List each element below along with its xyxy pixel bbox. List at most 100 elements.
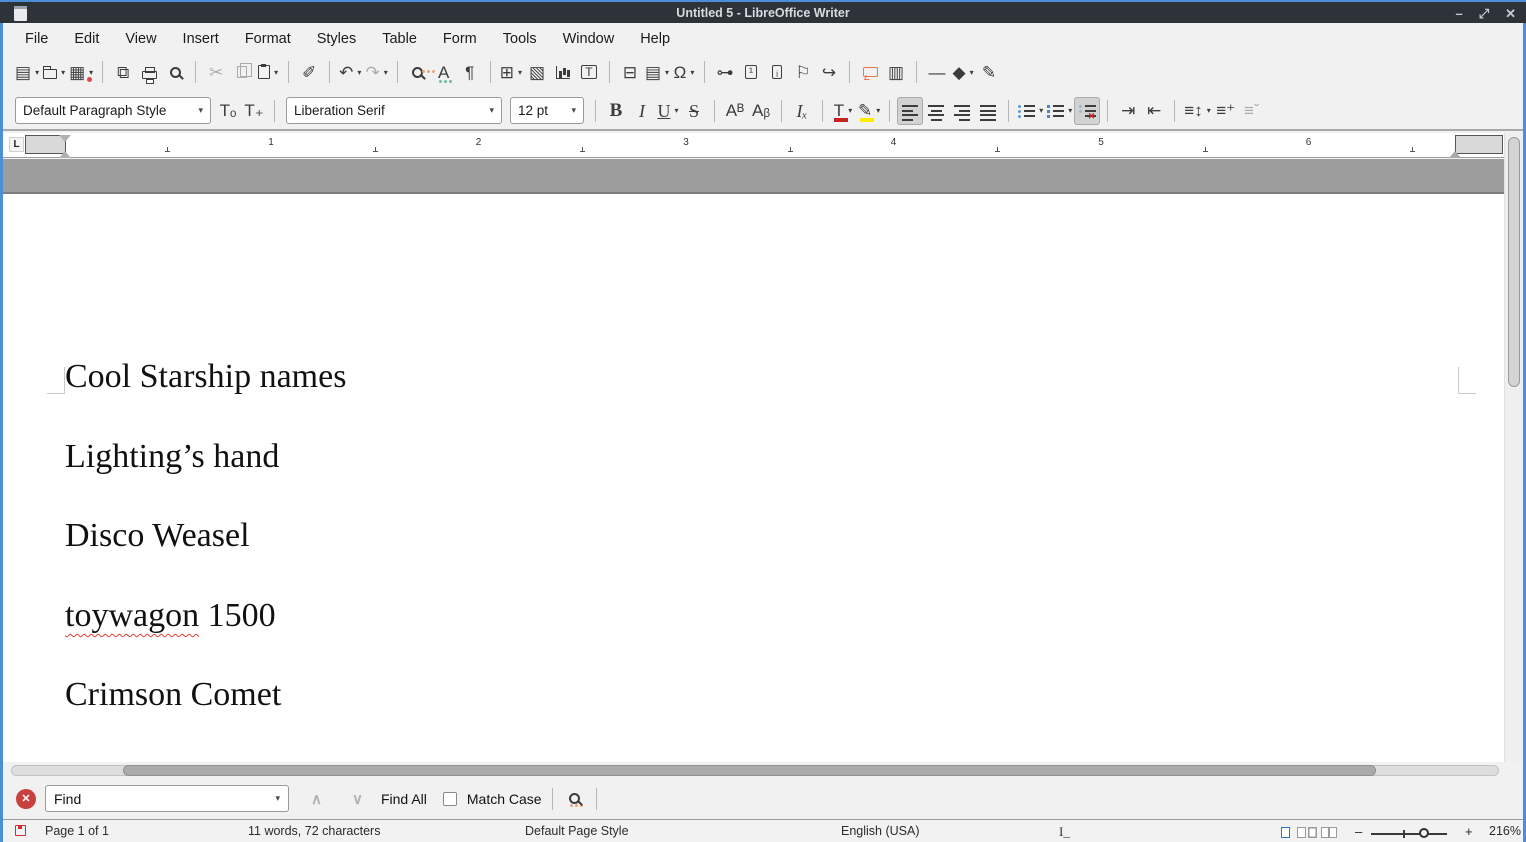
insert-chart-button[interactable] [550, 58, 576, 86]
find-previous-button[interactable]: ∧ [303, 790, 330, 808]
strikethrough-button[interactable]: S [681, 97, 707, 125]
clear-formatting-button[interactable]: Iₓ [789, 97, 815, 125]
find-next-button[interactable]: ∨ [344, 790, 371, 808]
insert-mode-status[interactable]: I_ [1059, 824, 1070, 840]
restore-button[interactable]: ⤢ [1479, 6, 1489, 22]
match-case-label[interactable]: Match Case [467, 791, 542, 807]
paragraph-style-caret-icon[interactable]: ▾ [198, 105, 203, 116]
zoom-slider[interactable] [1371, 833, 1447, 835]
bold-button[interactable]: B [603, 97, 629, 125]
vertical-scrollbar[interactable] [1504, 133, 1523, 762]
unordered-list-dropdown-icon[interactable]: ▾ [1039, 106, 1043, 115]
basic-shapes-button[interactable]: ◆▾ [950, 58, 976, 86]
horizontal-scrollbar[interactable] [3, 762, 1507, 779]
paste-dropdown-icon[interactable]: ▾ [274, 68, 278, 77]
paste-button[interactable]: ▾ [255, 58, 281, 86]
redo-dropdown-icon[interactable]: ▾ [384, 68, 388, 77]
match-case-checkbox[interactable] [443, 792, 457, 806]
insert-field-dropdown-icon[interactable]: ▾ [665, 68, 669, 77]
copy-button[interactable] [229, 58, 255, 86]
redo-button[interactable]: ↷▾ [363, 58, 389, 86]
highlight-color-dropdown-icon[interactable]: ▾ [876, 106, 880, 115]
save-dropdown-icon[interactable]: ▾ [89, 68, 93, 77]
paragraph-style-combobox[interactable]: Default Paragraph Style▾ [15, 97, 211, 124]
paragraph[interactable]: Cool Starship names [65, 358, 346, 396]
draw-functions-button[interactable]: ✎ [976, 58, 1002, 86]
find-replace-button[interactable] [405, 58, 431, 86]
spelling-button[interactable]: A [431, 58, 457, 86]
find-all-button[interactable]: Find All [381, 791, 427, 807]
menu-insert[interactable]: Insert [170, 27, 232, 51]
open-dropdown-icon[interactable]: ▾ [61, 68, 65, 77]
export-pdf-button[interactable]: ⧉ [110, 58, 136, 86]
minimize-button[interactable]: – [1455, 6, 1462, 21]
page[interactable]: Cool Starship names Lighting’s hand Disco … [3, 196, 1507, 762]
zoom-slider-thumb[interactable] [1419, 828, 1429, 838]
subscript-button[interactable]: Aᵦ [748, 97, 774, 125]
horizontal-ruler[interactable]: L 123456 [3, 133, 1507, 158]
zoom-in-button[interactable]: + [1465, 824, 1473, 839]
superscript-button[interactable]: Aᴮ [722, 97, 748, 125]
highlight-color-button[interactable]: ✎▾ [856, 97, 882, 125]
insert-image-button[interactable]: ▧ [524, 58, 550, 86]
undo-dropdown-icon[interactable]: ▾ [357, 68, 361, 77]
font-size-caret-icon[interactable]: ▾ [571, 105, 576, 116]
increase-indent-button[interactable]: ⇥ [1115, 97, 1141, 125]
print-button[interactable] [136, 58, 162, 86]
decrease-paragraph-spacing-button[interactable]: ≡ˇ [1239, 97, 1265, 125]
save-button[interactable]: ▦▾ [67, 58, 95, 86]
insert-table-dropdown-icon[interactable]: ▾ [518, 68, 522, 77]
insert-textbox-button[interactable]: T [576, 58, 602, 86]
clone-formatting-button[interactable]: ✐ [296, 58, 322, 86]
menu-table[interactable]: Table [369, 27, 430, 51]
update-style-button[interactable]: Tₒ [215, 97, 241, 125]
menu-format[interactable]: Format [232, 27, 304, 51]
menu-form[interactable]: Form [430, 27, 490, 51]
ordered-list-dropdown-icon[interactable]: ▾ [1068, 106, 1072, 115]
find-and-replace-icon[interactable] [569, 793, 580, 804]
underline-dropdown-icon[interactable]: ▾ [674, 106, 678, 115]
unordered-list-button[interactable]: ▾ [1016, 97, 1045, 125]
new-document-dropdown-icon[interactable]: ▾ [35, 68, 39, 77]
cross-reference-button[interactable]: ↪ [816, 58, 842, 86]
menu-view[interactable]: View [112, 27, 169, 51]
align-left-button[interactable] [897, 97, 923, 125]
font-name-combobox[interactable]: Liberation Serif▾ [286, 97, 502, 124]
italic-button[interactable]: I [629, 97, 655, 125]
single-page-view-icon[interactable] [1281, 827, 1290, 838]
formatting-marks-button[interactable]: ¶ [457, 58, 483, 86]
line-spacing-dropdown-icon[interactable]: ▾ [1207, 106, 1211, 115]
font-color-dropdown-icon[interactable]: ▾ [848, 106, 852, 115]
insert-comment-button[interactable] [857, 58, 883, 86]
menu-styles[interactable]: Styles [304, 27, 370, 51]
align-right-button[interactable] [949, 97, 975, 125]
menu-tools[interactable]: Tools [490, 27, 550, 51]
print-preview-button[interactable] [162, 58, 188, 86]
undo-button[interactable]: ↶▾ [337, 58, 363, 86]
decrease-indent-button[interactable]: ⇤ [1141, 97, 1167, 125]
menu-help[interactable]: Help [627, 27, 683, 51]
align-justify-button[interactable] [975, 97, 1001, 125]
left-indent-marker[interactable] [59, 145, 71, 158]
find-input[interactable]: Find ▾ [45, 785, 289, 812]
insert-field-button[interactable]: ▤▾ [643, 58, 671, 86]
track-changes-button[interactable]: ▥ [883, 58, 909, 86]
close-find-bar-button[interactable]: ✕ [16, 789, 36, 809]
zoom-level-status[interactable]: 216% [1489, 824, 1521, 838]
multi-page-view-icon[interactable] [1297, 827, 1306, 838]
zoom-out-button[interactable]: – [1355, 824, 1362, 839]
cut-button[interactable]: ✂ [203, 58, 229, 86]
page-number-status[interactable]: Page 1 of 1 [45, 824, 109, 838]
paragraph[interactable]: Lighting’s hand [65, 438, 279, 476]
open-button[interactable]: ▾ [41, 58, 67, 86]
right-indent-marker[interactable] [1449, 145, 1461, 158]
paragraph[interactable]: toywagon 1500 [65, 597, 276, 635]
book-view-icon[interactable] [1321, 827, 1337, 838]
paragraph[interactable]: Disco Weasel [65, 517, 250, 555]
font-color-button[interactable]: T▾ [830, 97, 856, 125]
page-break-button[interactable]: ⊟ [617, 58, 643, 86]
language-status[interactable]: English (USA) [841, 824, 920, 838]
new-document-button[interactable]: ▤▾ [13, 58, 41, 86]
page-style-status[interactable]: Default Page Style [525, 824, 629, 838]
paragraph[interactable]: Crimson Comet [65, 676, 281, 714]
